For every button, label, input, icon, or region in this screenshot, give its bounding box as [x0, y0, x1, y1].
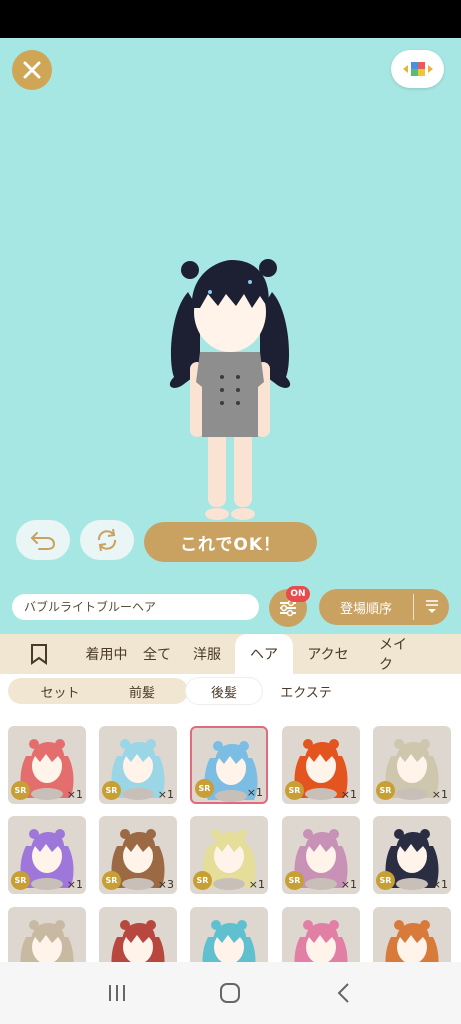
hair-item[interactable]: SR ×1	[282, 726, 360, 804]
hair-item[interactable]: SR ×1	[99, 726, 177, 804]
confirm-button[interactable]: これでOK！	[144, 522, 317, 562]
item-quantity: ×1	[66, 878, 83, 891]
hair-item[interactable]: SR ×3	[99, 816, 177, 894]
tab-accessory[interactable]: アクセ	[293, 634, 363, 674]
hair-item[interactable]: SR ×1	[190, 726, 268, 804]
rarity-badge: SR	[102, 781, 121, 800]
filter-on-badge: ON	[286, 586, 310, 602]
rarity-badge: SR	[285, 781, 304, 800]
hair-thumbnail	[20, 920, 74, 962]
bookmark-icon	[31, 644, 47, 665]
subtab-extension[interactable]: エクステ	[266, 678, 346, 704]
hair-thumbnail	[202, 920, 256, 962]
tab-wearing[interactable]: 着用中	[78, 634, 135, 674]
back-icon[interactable]	[332, 981, 356, 1005]
tab-all[interactable]: 全て	[135, 634, 179, 674]
hair-item[interactable]: SR ×1	[8, 726, 86, 804]
hair-item[interactable]: SR ×1	[282, 816, 360, 894]
randomize-button[interactable]	[80, 520, 134, 560]
item-quantity: ×3	[157, 878, 174, 891]
hair-item[interactable]: SR ×1	[373, 726, 451, 804]
sort-order-icon	[414, 599, 449, 615]
item-quantity: ×1	[66, 788, 83, 801]
subtab-set[interactable]: セット	[20, 678, 100, 704]
hair-item[interactable]	[373, 907, 451, 962]
item-grid: SR ×1 SR ×1 SR ×1 SR ×1 SR ×1 SR ×1 SR ×3 SR ×1 SR ×1 SR ×1	[0, 708, 461, 962]
rarity-badge: SR	[376, 781, 395, 800]
sort-label: 登場順序	[339, 601, 392, 617]
home-icon[interactable]	[218, 981, 242, 1005]
item-quantity: ×1	[340, 878, 357, 891]
close-button[interactable]	[12, 50, 52, 90]
hair-item[interactable]: SR ×1	[8, 816, 86, 894]
tab-clothes[interactable]: 洋服	[179, 634, 235, 674]
rarity-badge: SR	[285, 871, 304, 890]
palette-icon	[402, 62, 433, 76]
tab-bookmark[interactable]	[0, 634, 78, 674]
rarity-badge: SR	[11, 781, 30, 800]
item-quantity: ×1	[431, 788, 448, 801]
rarity-badge: SR	[195, 779, 214, 798]
item-name-field: バブルライトブルーヘア	[12, 594, 259, 620]
close-icon	[23, 61, 41, 79]
hair-thumbnail	[294, 920, 348, 962]
undo-icon	[30, 532, 56, 550]
hair-item[interactable]	[282, 907, 360, 962]
status-bar	[0, 0, 461, 38]
rarity-badge: SR	[193, 871, 212, 890]
item-quantity: ×1	[246, 786, 263, 799]
rarity-badge: SR	[11, 871, 30, 890]
rarity-badge: SR	[376, 871, 395, 890]
system-nav-bar	[0, 962, 461, 1024]
hair-item[interactable]: SR ×1	[373, 816, 451, 894]
recent-apps-icon[interactable]	[105, 981, 129, 1005]
subtab-front-hair[interactable]: 前髪	[102, 678, 182, 704]
avatar	[169, 259, 291, 520]
tab-hair[interactable]: ヘア	[235, 634, 293, 674]
subtab-back-hair[interactable]: 後髪	[186, 678, 262, 704]
hair-item[interactable]	[8, 907, 86, 962]
sort-button[interactable]: 登場順序	[319, 589, 449, 625]
hair-thumbnail	[111, 920, 165, 962]
hair-item[interactable]	[99, 907, 177, 962]
hair-thumbnail	[385, 920, 439, 962]
hair-subtabs: セット 前髪 後髪 エクステ	[0, 674, 461, 708]
undo-button[interactable]	[16, 520, 70, 560]
hair-item[interactable]: SR ×1	[190, 816, 268, 894]
category-tabs: 着用中 全て 洋服 ヘア アクセ メイク	[0, 634, 461, 674]
refresh-icon	[97, 528, 117, 552]
item-quantity: ×1	[340, 788, 357, 801]
item-quantity: ×1	[157, 788, 174, 801]
palette-button[interactable]	[391, 50, 444, 88]
rarity-badge: SR	[102, 871, 121, 890]
item-quantity: ×1	[248, 878, 265, 891]
item-quantity: ×1	[431, 878, 448, 891]
hair-item[interactable]	[190, 907, 268, 962]
tab-makeup[interactable]: メイク	[363, 634, 419, 674]
